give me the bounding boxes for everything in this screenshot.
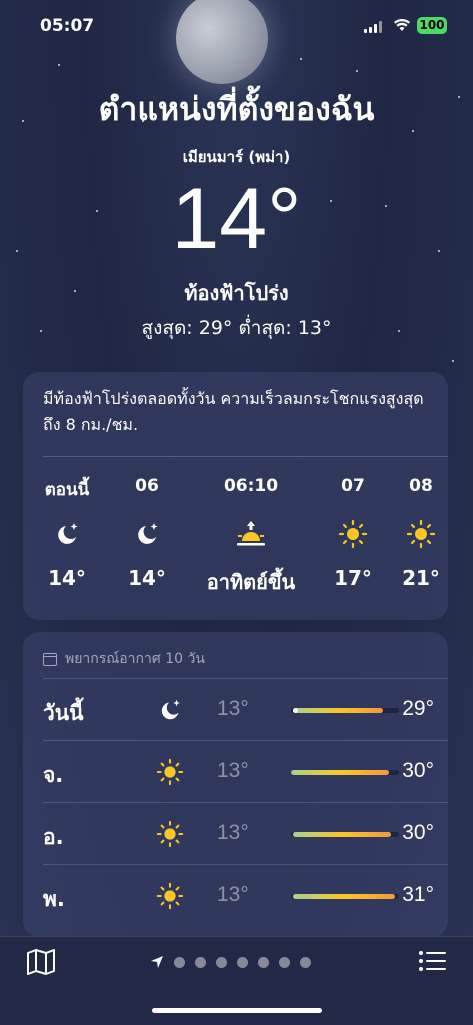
day-low: 13° bbox=[217, 821, 249, 844]
sunrise-icon bbox=[191, 514, 311, 554]
day-high: 30° bbox=[402, 821, 434, 844]
divider bbox=[43, 456, 448, 457]
forecast-title-label: พยากรณ์อากาศ 10 วัน bbox=[65, 651, 205, 667]
moon-image bbox=[176, 0, 268, 84]
hourly-summary: มีท้องฟ้าโปร่งตลอดทั้งวัน ความเร็วลมกระโ… bbox=[43, 389, 424, 434]
day-high: 31° bbox=[402, 883, 434, 906]
hour-label: 06:10 bbox=[223, 476, 279, 496]
location-arrow-icon bbox=[151, 956, 163, 968]
hourly-item: 06:10 อาทิตย์ขึ้น bbox=[191, 476, 311, 598]
day-name: อ. bbox=[43, 825, 64, 849]
high-low-temperature: สูงสุด: 29° ต่ำสุด: 13° bbox=[141, 317, 332, 339]
sunrise-label: อาทิตย์ขึ้น bbox=[206, 570, 296, 594]
hour-label: ตอนนี้ bbox=[44, 480, 90, 500]
page-dot[interactable] bbox=[279, 956, 290, 968]
hourly-item: ตอนนี้ 14° bbox=[35, 476, 99, 590]
page-dot[interactable] bbox=[174, 956, 185, 968]
list-icon[interactable] bbox=[418, 949, 446, 973]
hour-label: 06 bbox=[135, 476, 159, 496]
sun-icon bbox=[321, 514, 385, 554]
day-low: 13° bbox=[217, 697, 249, 720]
day-name: พ. bbox=[43, 887, 65, 911]
hour-label: 07 bbox=[341, 476, 365, 496]
moon-stars-icon bbox=[35, 514, 99, 554]
home-indicator[interactable] bbox=[152, 1008, 322, 1013]
hourly-forecast-card[interactable]: มีท้องฟ้าโปร่งตลอดทั้งวัน ความเร็วลมกระโ… bbox=[23, 372, 448, 620]
location-title: ตำแหน่งที่ตั้งของฉัน bbox=[98, 90, 375, 128]
day-high: 29° bbox=[402, 697, 434, 720]
day-low: 13° bbox=[217, 883, 249, 906]
temperature-range-bar bbox=[291, 770, 399, 775]
hour-temperature: 14° bbox=[48, 566, 86, 590]
forecast-row[interactable]: จ. 13° 30° bbox=[43, 740, 448, 803]
current-weather: ตำแหน่งที่ตั้งของฉัน เมียนมาร์ (พม่า) 14… bbox=[0, 84, 473, 343]
day-low: 13° bbox=[217, 759, 249, 782]
day-name: จ. bbox=[43, 763, 64, 787]
sun-icon bbox=[391, 514, 451, 554]
day-name: วันนี้ bbox=[43, 701, 84, 725]
day-high: 30° bbox=[402, 759, 434, 782]
location-subtitle: เมียนมาร์ (พม่า) bbox=[182, 148, 291, 166]
moon-stars-icon bbox=[155, 695, 185, 725]
page-indicator[interactable] bbox=[150, 955, 311, 969]
hour-temperature: 21° bbox=[402, 566, 440, 590]
current-condition: ท้องฟ้าโปร่ง bbox=[184, 281, 289, 305]
current-temperature: 14° bbox=[171, 171, 302, 267]
page-dot[interactable] bbox=[258, 956, 269, 968]
battery-indicator: 100 bbox=[417, 17, 447, 34]
page-dot[interactable] bbox=[216, 956, 227, 968]
page-dot[interactable] bbox=[237, 956, 248, 968]
status-time: 05:07 bbox=[40, 16, 95, 36]
map-icon[interactable] bbox=[26, 949, 56, 975]
forecast-row[interactable]: อ. 13° 30° bbox=[43, 802, 448, 865]
temperature-range-bar bbox=[291, 894, 399, 899]
page-dot[interactable] bbox=[300, 956, 311, 968]
forecast-title: พยากรณ์อากาศ 10 วัน bbox=[43, 648, 205, 670]
status-bar: 05:07 100 bbox=[0, 14, 473, 38]
sun-icon bbox=[155, 757, 185, 787]
forecast-row[interactable]: พ. 13° 31° bbox=[43, 864, 448, 927]
hour-temperature: 14° bbox=[128, 566, 166, 590]
hourly-item: 07 17° bbox=[321, 476, 385, 590]
hourly-item: 06 14° bbox=[115, 476, 179, 590]
cellular-signal-icon bbox=[364, 21, 384, 33]
moon-stars-icon bbox=[115, 514, 179, 554]
page-dot[interactable] bbox=[195, 956, 206, 968]
calendar-icon bbox=[43, 652, 57, 666]
sun-icon bbox=[155, 881, 185, 911]
temperature-range-bar bbox=[291, 708, 399, 713]
wifi-icon bbox=[394, 18, 410, 31]
sun-icon bbox=[155, 819, 185, 849]
forecast-row[interactable]: วันนี้ 13° 29° bbox=[43, 678, 448, 741]
temperature-range-bar bbox=[291, 832, 399, 837]
ten-day-forecast-card[interactable]: พยากรณ์อากาศ 10 วัน วันนี้ 13° 29° จ. 13… bbox=[23, 632, 448, 937]
hourly-item: 08 21° bbox=[391, 476, 451, 590]
hour-temperature: 17° bbox=[334, 566, 372, 590]
hour-label: 08 bbox=[409, 476, 433, 496]
